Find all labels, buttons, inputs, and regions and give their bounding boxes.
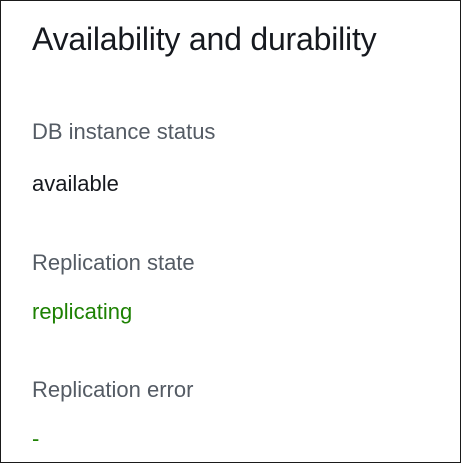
- replication-state-value: replicating: [32, 299, 133, 324]
- availability-durability-panel: Availability and durability DB instance …: [0, 0, 461, 463]
- section-title: Availability and durability: [32, 21, 377, 57]
- replication-error-value: -: [32, 426, 40, 451]
- replication-error-label: Replication error: [32, 377, 194, 402]
- db-instance-status-label: DB instance status: [32, 119, 216, 144]
- db-instance-status-value: available: [32, 171, 119, 196]
- replication-state-label: Replication state: [32, 250, 195, 275]
